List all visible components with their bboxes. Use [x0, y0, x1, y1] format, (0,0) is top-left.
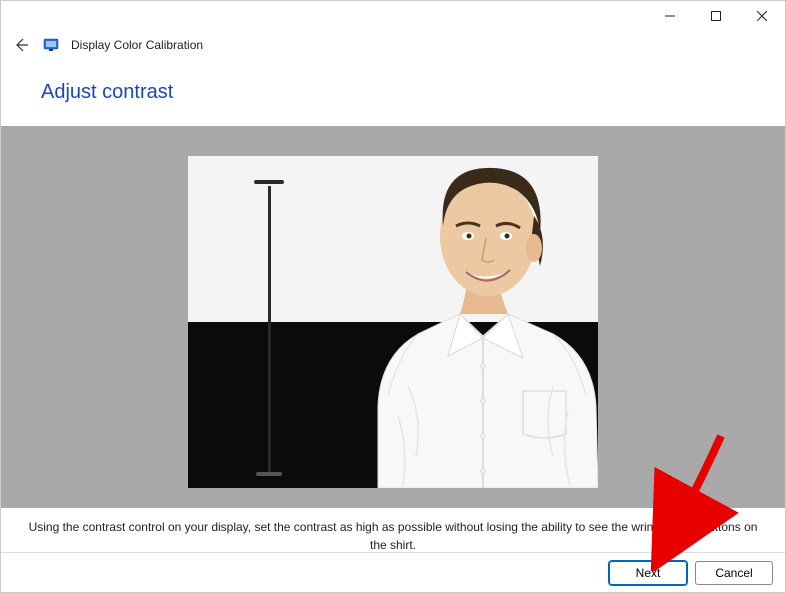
button-bar: Next Cancel: [1, 552, 785, 592]
maximize-button[interactable]: [693, 1, 739, 31]
instruction-text: Using the contrast control on your displ…: [1, 508, 785, 554]
back-button[interactable]: [11, 35, 31, 55]
contrast-sample-image: [188, 156, 598, 488]
close-button[interactable]: [739, 1, 785, 31]
next-button[interactable]: Next: [609, 561, 687, 585]
header-bar: Display Color Calibration: [1, 31, 785, 59]
window-titlebar: [1, 1, 785, 31]
minimize-button[interactable]: [647, 1, 693, 31]
content-area: [1, 126, 785, 508]
cancel-button[interactable]: Cancel: [695, 561, 773, 585]
app-title: Display Color Calibration: [71, 38, 203, 52]
page-heading: Adjust contrast: [1, 59, 785, 126]
app-icon: [43, 37, 59, 53]
